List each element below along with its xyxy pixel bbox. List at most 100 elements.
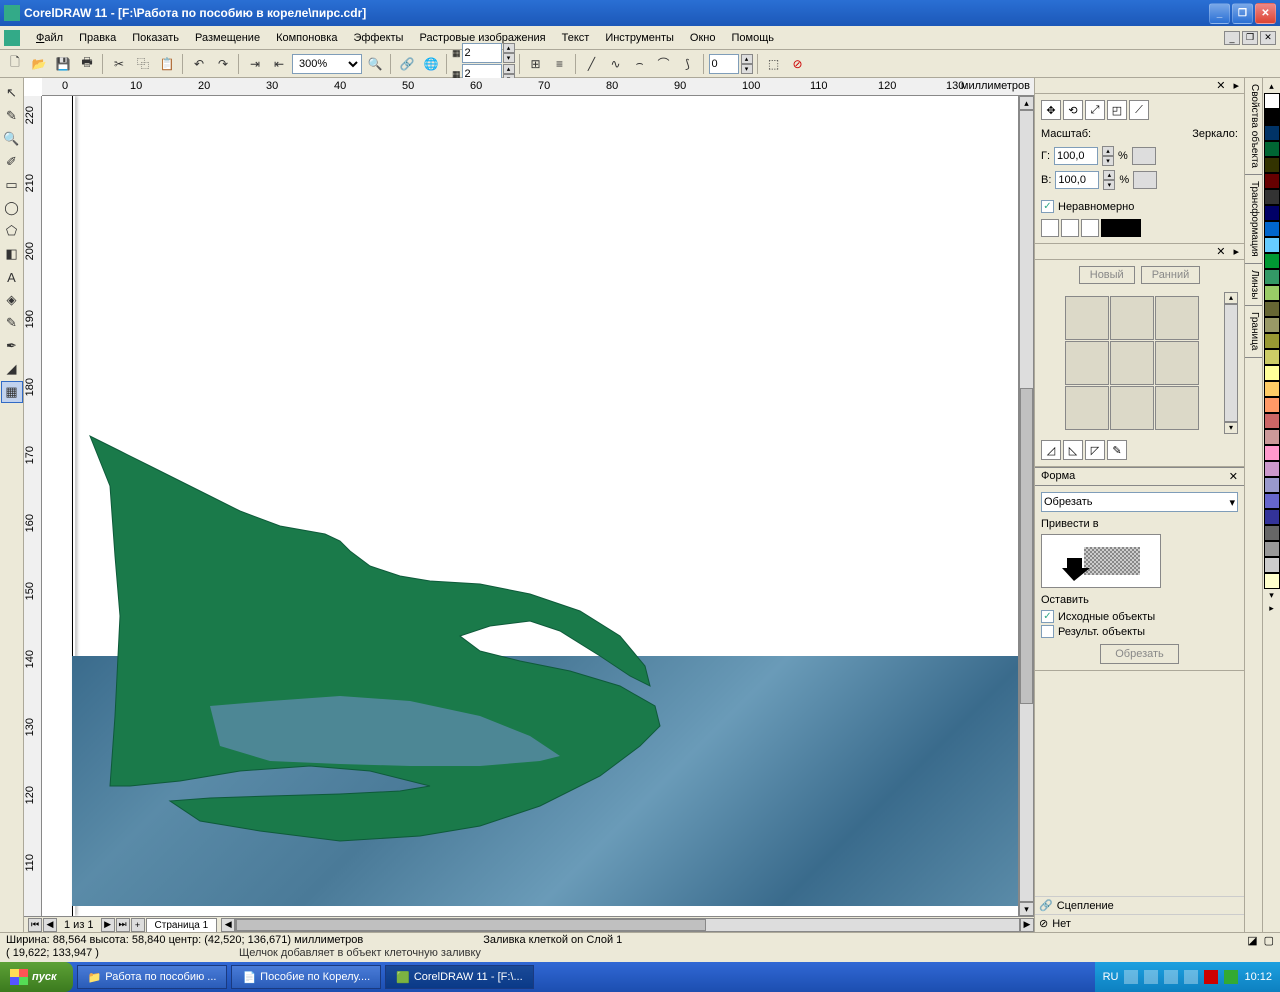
export-icon[interactable]: ⇤ bbox=[268, 53, 290, 75]
curve2-icon[interactable]: ⌢ bbox=[629, 53, 651, 75]
minimize-button[interactable]: _ bbox=[1209, 3, 1230, 24]
color-swatch[interactable] bbox=[1264, 317, 1280, 333]
tray-icon[interactable] bbox=[1124, 970, 1138, 984]
color-swatch[interactable] bbox=[1264, 333, 1280, 349]
tray-icon[interactable] bbox=[1204, 970, 1218, 984]
snap-icon[interactable]: ⊞ bbox=[525, 53, 547, 75]
menu-text[interactable]: Текст bbox=[554, 30, 598, 46]
docker-arrow-icon[interactable]: ▸ bbox=[1230, 245, 1242, 258]
line-icon[interactable]: ╱ bbox=[581, 53, 603, 75]
undo-icon[interactable]: ↶ bbox=[188, 53, 210, 75]
new-icon[interactable]: 🗋 bbox=[4, 53, 26, 75]
color-swatch[interactable] bbox=[1264, 109, 1280, 125]
edit2-icon[interactable]: ◺ bbox=[1063, 440, 1083, 460]
mirror-v-button[interactable] bbox=[1133, 171, 1157, 189]
tab-lens[interactable]: Линзы bbox=[1245, 264, 1262, 306]
task-folder[interactable]: 📁 Работа по пособию ... bbox=[77, 965, 228, 989]
color-swatch[interactable] bbox=[1264, 445, 1280, 461]
new-preset-button[interactable]: Новый bbox=[1079, 266, 1135, 284]
columns-input[interactable]: 2 bbox=[462, 43, 502, 63]
menu-layout[interactable]: Размещение bbox=[187, 30, 268, 46]
palette-down[interactable]: ▾ bbox=[1263, 589, 1280, 602]
color-swatch[interactable] bbox=[1264, 429, 1280, 445]
docker-close-icon[interactable]: ✕ bbox=[1213, 245, 1228, 258]
palette-up[interactable]: ▴ bbox=[1263, 80, 1280, 93]
ruler-horizontal[interactable]: 010 2030 4050 6070 8090 100110 120130 ми… bbox=[42, 78, 1034, 96]
keep-source-checkbox[interactable]: ✓ bbox=[1041, 610, 1054, 623]
vertical-scrollbar[interactable]: ▴▾ bbox=[1018, 96, 1034, 916]
docker-arrow-icon[interactable]: ▸ bbox=[1230, 79, 1242, 92]
color-swatch[interactable] bbox=[1264, 125, 1280, 141]
color-swatch[interactable] bbox=[1264, 477, 1280, 493]
color-swatch[interactable] bbox=[1264, 397, 1280, 413]
shape-operation-select[interactable]: Обрезать▾ bbox=[1041, 492, 1238, 512]
close-button[interactable]: ✕ bbox=[1255, 3, 1276, 24]
color-swatch[interactable] bbox=[1264, 189, 1280, 205]
redo-icon[interactable]: ↷ bbox=[212, 53, 234, 75]
edit4-icon[interactable]: ✎ bbox=[1107, 440, 1127, 460]
color-swatch[interactable] bbox=[1264, 493, 1280, 509]
copy-icon[interactable]: ⿻ bbox=[132, 53, 154, 75]
menu-view[interactable]: Показать bbox=[124, 30, 187, 46]
canvas[interactable] bbox=[42, 96, 1018, 916]
pick-tool[interactable]: ↖ bbox=[1, 82, 23, 104]
color-swatch[interactable] bbox=[1264, 141, 1280, 157]
color-swatch[interactable] bbox=[1264, 221, 1280, 237]
scale-v-input[interactable]: 100,0 bbox=[1055, 171, 1099, 189]
color-swatch[interactable] bbox=[1264, 557, 1280, 573]
freehand-tool[interactable]: ✐ bbox=[1, 151, 23, 173]
color-swatch[interactable] bbox=[1264, 93, 1280, 109]
tab-border[interactable]: Граница bbox=[1245, 306, 1262, 357]
skew-icon[interactable]: ⟋ bbox=[1129, 100, 1149, 120]
menu-compose[interactable]: Компоновка bbox=[268, 30, 345, 46]
color-swatch[interactable] bbox=[1264, 237, 1280, 253]
save-icon[interactable]: 💾 bbox=[52, 53, 74, 75]
rotate-icon[interactable]: ⟲ bbox=[1063, 100, 1083, 120]
rect-tool[interactable]: ▭ bbox=[1, 174, 23, 196]
start-button[interactable]: пуск bbox=[0, 962, 73, 992]
menu-tools[interactable]: Инструменты bbox=[597, 30, 682, 46]
apply-shape-button[interactable]: Обрезать bbox=[1100, 644, 1179, 664]
color-swatch[interactable] bbox=[1264, 525, 1280, 541]
clock[interactable]: 10:12 bbox=[1244, 971, 1272, 983]
stop-icon[interactable]: ⊘ bbox=[787, 53, 809, 75]
color-swatch[interactable] bbox=[1264, 509, 1280, 525]
earlier-preset-button[interactable]: Ранний bbox=[1141, 266, 1201, 284]
polygon-tool[interactable]: ⬠ bbox=[1, 220, 23, 242]
horizontal-scrollbar[interactable]: ◀▶ bbox=[221, 918, 1034, 932]
scale-icon[interactable]: ⤢ bbox=[1085, 100, 1105, 120]
tray-icon[interactable] bbox=[1164, 970, 1178, 984]
uneven-checkbox[interactable]: ✓ bbox=[1041, 200, 1054, 213]
link-icon[interactable]: 🔗 bbox=[396, 53, 418, 75]
basic-shapes-tool[interactable]: ◧ bbox=[1, 243, 23, 265]
tab-transform[interactable]: Трансформация bbox=[1245, 175, 1262, 264]
outline-tool[interactable]: ✒ bbox=[1, 335, 23, 357]
tray-icon[interactable] bbox=[1184, 970, 1198, 984]
color-swatch[interactable] bbox=[1264, 285, 1280, 301]
color-swatch[interactable] bbox=[1264, 205, 1280, 221]
maximize-button[interactable]: ❐ bbox=[1232, 3, 1253, 24]
scale-h-input[interactable]: 100,0 bbox=[1054, 147, 1098, 165]
color-swatch[interactable] bbox=[1264, 349, 1280, 365]
eyedropper-tool[interactable]: ✎ bbox=[1, 312, 23, 334]
color-swatch[interactable] bbox=[1264, 173, 1280, 189]
cut-icon[interactable]: ✂ bbox=[108, 53, 130, 75]
edit1-icon[interactable]: ◿ bbox=[1041, 440, 1061, 460]
ruler-vertical[interactable]: 220210 200190 180170 160150 140130 12011… bbox=[24, 96, 42, 916]
color-swatch[interactable] bbox=[1264, 365, 1280, 381]
value-input[interactable]: 0 bbox=[709, 54, 739, 74]
color-swatch[interactable] bbox=[1264, 253, 1280, 269]
tray-icon[interactable] bbox=[1144, 970, 1158, 984]
edit3-icon[interactable]: ◸ bbox=[1085, 440, 1105, 460]
fill-tool[interactable]: ◢ bbox=[1, 358, 23, 380]
size-icon[interactable]: ◰ bbox=[1107, 100, 1127, 120]
tray-icon[interactable] bbox=[1224, 970, 1238, 984]
menu-edit[interactable]: Правка bbox=[71, 30, 124, 46]
tab-properties[interactable]: Свойства объекта bbox=[1245, 78, 1262, 175]
text-tool[interactable]: A bbox=[1, 266, 23, 288]
shape-tool[interactable]: ✎ bbox=[1, 105, 23, 127]
anchor-cell[interactable] bbox=[1061, 219, 1079, 237]
keep-result-checkbox[interactable] bbox=[1041, 625, 1054, 638]
anchor-cell[interactable] bbox=[1041, 219, 1059, 237]
mdi-restore[interactable]: ❐ bbox=[1242, 31, 1258, 45]
